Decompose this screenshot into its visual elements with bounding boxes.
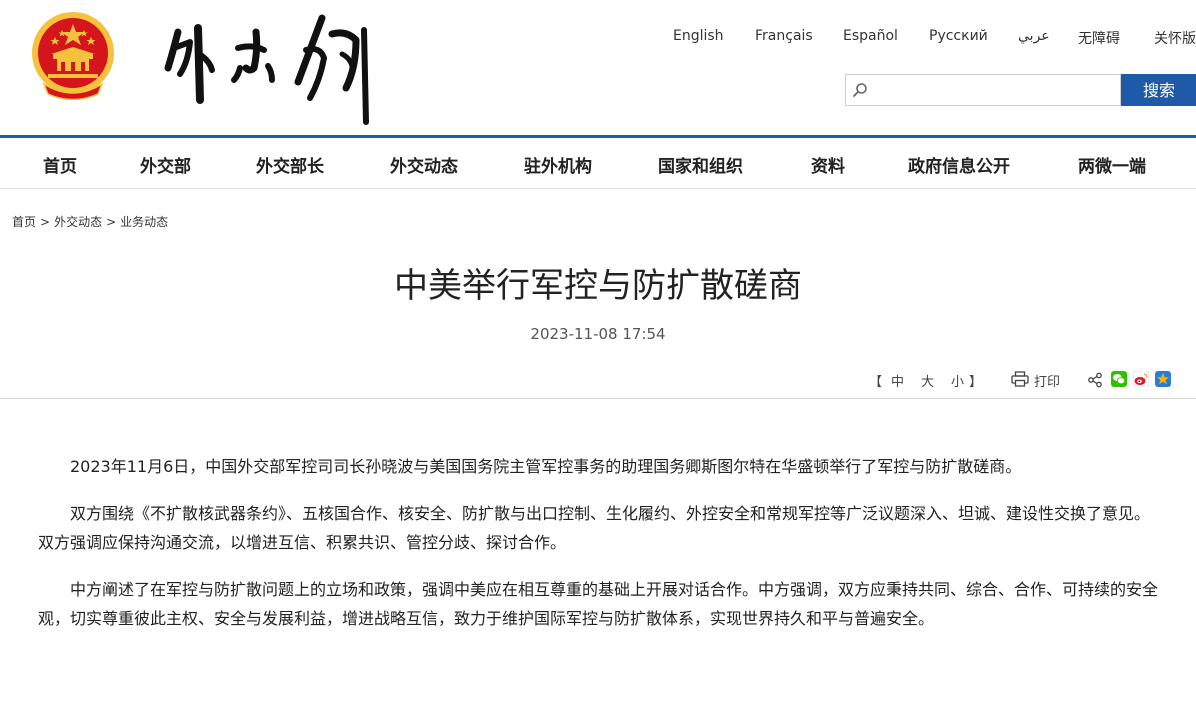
- lang-english-link[interactable]: English: [673, 28, 724, 44]
- article-paragraph: 双方围绕《不扩散核武器条约》、五核国合作、核安全、防扩散与出口控制、生化履约、外…: [38, 504, 1151, 552]
- font-size-medium-button[interactable]: 中: [891, 371, 904, 390]
- font-size-large-button[interactable]: 大: [921, 371, 934, 390]
- breadcrumb-diplomatic-news[interactable]: 外交动态: [54, 215, 102, 229]
- font-size-small-button[interactable]: 小: [951, 371, 964, 390]
- accessibility-link[interactable]: 无障碍: [1078, 28, 1120, 48]
- main-nav: 首页 外交部 外交部长 外交动态 驻外机构 国家和组织 资料 政府信息公开 两微…: [0, 138, 1196, 189]
- qzone-icon[interactable]: [1155, 371, 1171, 387]
- share-icon[interactable]: [1087, 372, 1103, 388]
- search-button[interactable]: 搜索: [1121, 74, 1196, 106]
- breadcrumb-separator: >: [106, 215, 117, 229]
- nav-countries-organizations[interactable]: 国家和组织: [658, 152, 743, 177]
- national-emblem-icon[interactable]: [30, 10, 116, 100]
- article-title: 中美举行军控与防扩散磋商: [394, 266, 802, 306]
- search-icon: [853, 83, 867, 97]
- print-button[interactable]: 打印: [1034, 371, 1060, 390]
- nav-resources[interactable]: 资料: [811, 152, 845, 177]
- wechat-icon[interactable]: [1111, 371, 1127, 387]
- article-head-divider: [0, 398, 1196, 399]
- breadcrumb-home[interactable]: 首页: [12, 215, 36, 229]
- font-size-close-bracket: 】: [969, 375, 983, 390]
- search-bar: 搜索: [845, 74, 1196, 106]
- breadcrumb-business-news[interactable]: 业务动态: [120, 215, 168, 229]
- lang-french-link[interactable]: Français: [755, 28, 813, 44]
- nav-social-media[interactable]: 两微一端: [1078, 152, 1146, 177]
- printer-icon[interactable]: [1011, 371, 1029, 387]
- language-links: English Français Español Русский عربي 无障…: [0, 28, 1196, 48]
- nav-minister[interactable]: 外交部长: [256, 152, 324, 177]
- lang-arabic-link[interactable]: عربي: [1018, 28, 1050, 44]
- article-body: 2023年11月6日，中国外交部军控司司长孙晓波与美国国务院主管军控事务的助理国…: [38, 452, 1158, 651]
- search-input[interactable]: [872, 78, 1116, 104]
- lang-russian-link[interactable]: Русский: [929, 28, 988, 44]
- site-header: English Français Español Русский عربي 无障…: [0, 0, 1196, 135]
- lang-spanish-link[interactable]: Español: [843, 28, 898, 44]
- nav-government-info[interactable]: 政府信息公开: [908, 152, 1010, 177]
- article-paragraph: 中方阐述了在军控与防扩散问题上的立场和政策，强调中美应在相互尊重的基础上开展对话…: [38, 580, 1159, 628]
- breadcrumb-separator: >: [40, 215, 51, 229]
- nav-diplomatic-news[interactable]: 外交动态: [390, 152, 458, 177]
- article-tools: 【 中 大 小 】 打印: [0, 370, 1196, 392]
- nav-home[interactable]: 首页: [43, 152, 77, 177]
- elderly-care-link[interactable]: 关怀版: [1154, 28, 1196, 48]
- nav-ministry[interactable]: 外交部: [140, 152, 191, 177]
- search-box: [845, 74, 1121, 106]
- nav-missions-abroad[interactable]: 驻外机构: [524, 152, 592, 177]
- breadcrumb: 首页 > 外交动态 > 业务动态: [12, 213, 168, 230]
- article-paragraph: 2023年11月6日，中国外交部军控司司长孙晓波与美国国务院主管军控事务的助理国…: [70, 457, 1022, 476]
- weibo-icon[interactable]: [1133, 371, 1149, 387]
- article-date: 2023-11-08 17:54: [530, 325, 666, 343]
- font-size-open-bracket: 【: [869, 375, 883, 390]
